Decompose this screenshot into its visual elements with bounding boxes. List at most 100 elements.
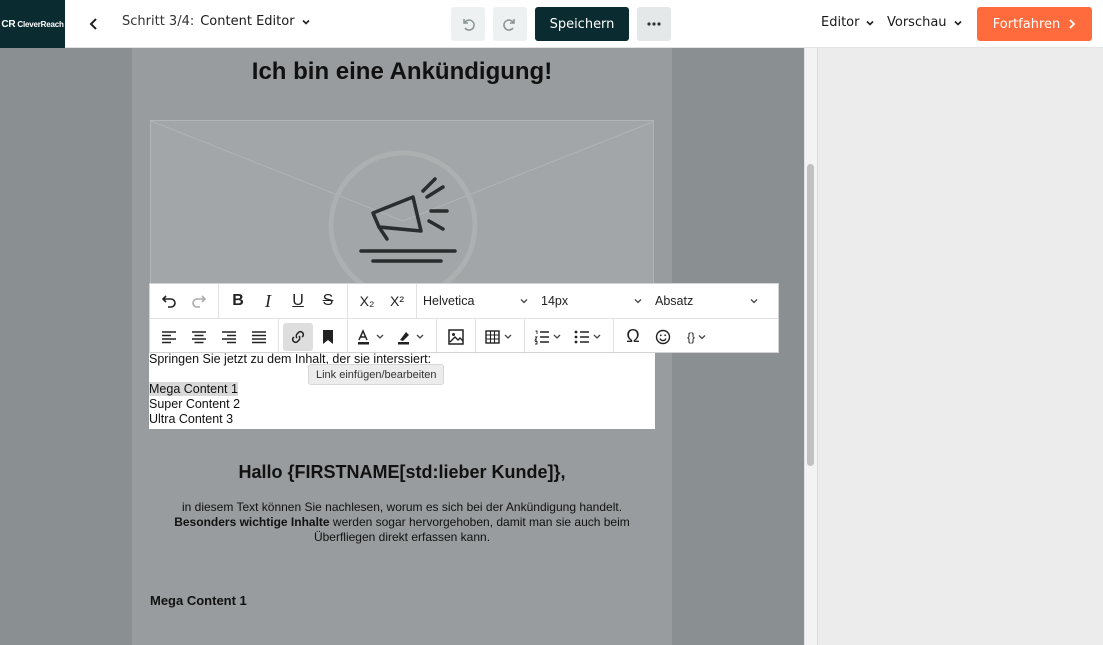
continue-button[interactable]: Fortfahren [977,7,1092,41]
align-center-icon [192,330,206,343]
text-line-super: Super Content 2 [149,397,241,411]
scrollbar-thumb[interactable] [807,164,814,466]
emoji-button[interactable] [648,323,678,351]
numbered-list-icon [534,330,561,344]
align-left-button[interactable] [154,323,184,351]
editor-dropdown[interactable]: Editor [821,15,875,30]
list-group [525,319,614,354]
chevron-down-icon [698,334,706,339]
block-format-select[interactable]: Absatz [649,287,765,315]
redo-icon [503,19,515,31]
newsletter-heading[interactable]: Ich bin eine Ankündigung! [132,58,672,86]
preview-label: Vorschau [887,15,947,30]
underline-button[interactable]: U [283,287,313,315]
script-group: X₂ X² [348,283,417,319]
placeholder-code-button[interactable]: {} [678,323,718,351]
insert-group: Ω {} [614,319,722,354]
bookmark-icon [323,329,333,344]
toolbar-row-2: Ω {} [150,319,778,354]
align-left-icon [162,330,176,343]
insert-table-button[interactable] [480,323,520,351]
redo-button[interactable] [493,7,527,41]
font-family-select[interactable]: Helvetica [417,287,535,315]
superscript-button[interactable]: X² [382,287,412,315]
align-justify-button[interactable] [244,323,274,351]
align-group [150,319,279,354]
bullet-list-icon [574,330,601,343]
ellipsis-icon [647,22,661,26]
table-group [476,319,525,354]
undo-button[interactable] [451,7,485,41]
chevron-right-icon [1069,19,1076,29]
highlighter-icon [398,331,424,344]
background-color-button[interactable] [392,323,432,351]
chevron-left-icon [89,18,97,30]
chevron-down-icon [866,20,875,26]
section-title[interactable]: Mega Content 1 [150,593,247,608]
bold-button[interactable]: B [223,287,253,315]
bookmark-button[interactable] [313,323,343,351]
step-selector[interactable]: Schritt 3/4: Content Editor [122,14,311,29]
megaphone-icon [151,121,653,283]
step-name: Content Editor [200,14,295,29]
font-size-value: 14px [541,294,569,308]
align-right-icon [222,330,236,343]
italic-button[interactable]: I [253,287,283,315]
undo-icon [463,19,475,31]
paragraph-line-3: Überfliegen direkt erfassen kann. [313,530,491,544]
cleverreach-logo[interactable]: CR CleverReach [0,0,65,48]
font-family-value: Helvetica [423,294,475,308]
rich-text-toolbar: B I U S X₂ X² Helvetica 14px Absatz Ω {} [149,283,779,354]
top-bar: CR CleverReach Schritt 3/4: Content Edit… [0,0,1103,48]
editor-label: Editor [821,15,860,30]
align-center-button[interactable] [184,323,214,351]
undo-icon [161,295,176,308]
align-right-button[interactable] [214,323,244,351]
chevron-down-icon [750,299,758,304]
table-icon [485,329,512,344]
logo-mark-icon: CR [1,18,16,30]
greeting-text[interactable]: Hallo {FIRSTNAME[std:lieber Kunde]}, [132,462,672,483]
paragraph-line-1: in diesem Text können Sie nachlesen, wor… [181,500,623,514]
smiley-icon [655,329,671,344]
history-group [150,283,219,319]
rte-undo-button[interactable] [154,287,184,315]
chevron-down-icon [953,20,962,26]
bullet-list-button[interactable] [569,323,609,351]
insert-image-button[interactable] [441,323,471,351]
numbered-list-button[interactable] [529,323,569,351]
rte-redo-button[interactable] [184,287,214,315]
color-group [348,319,437,354]
image-icon [448,328,464,345]
font-size-select[interactable]: 14px [535,287,649,315]
text-line-mega: Mega Content 1 [149,382,238,396]
link-icon [291,330,305,343]
block-format-value: Absatz [655,294,694,308]
image-placeholder[interactable] [150,120,654,284]
preview-dropdown[interactable]: Vorschau [887,15,963,30]
format-group: B I U S [219,283,348,319]
body-paragraph[interactable]: in diesem Text können Sie nachlesen, wor… [150,500,654,545]
paragraph-bold: Besonders wichtige Inhalte [174,515,330,529]
text-line-ultra: Ultra Content 3 [149,412,234,426]
strikethrough-button[interactable]: S [313,287,343,315]
special-char-button[interactable]: Ω [618,323,648,351]
image-group [437,319,476,354]
more-options-button[interactable] [637,7,671,41]
paragraph-rest: werden sogar hervorgehoben, damit man si… [329,515,630,529]
text-color-button[interactable] [352,323,392,351]
chevron-down-icon [634,299,642,304]
chevron-down-icon [520,299,528,304]
continue-label: Fortfahren [992,16,1061,32]
code-braces-icon: {} [686,329,695,344]
redo-icon [192,295,207,308]
step-prefix: Schritt 3/4: [122,14,195,29]
toolbar-row-1: B I U S X₂ X² Helvetica 14px Absatz [150,283,778,319]
link-group [279,319,348,354]
link-tooltip: Link einfügen/bearbeiten [308,364,445,385]
save-button[interactable]: Speichern [535,7,629,41]
insert-link-button[interactable] [283,322,313,351]
back-button[interactable] [82,12,106,36]
text-color-icon [358,328,384,344]
subscript-button[interactable]: X₂ [352,287,382,315]
